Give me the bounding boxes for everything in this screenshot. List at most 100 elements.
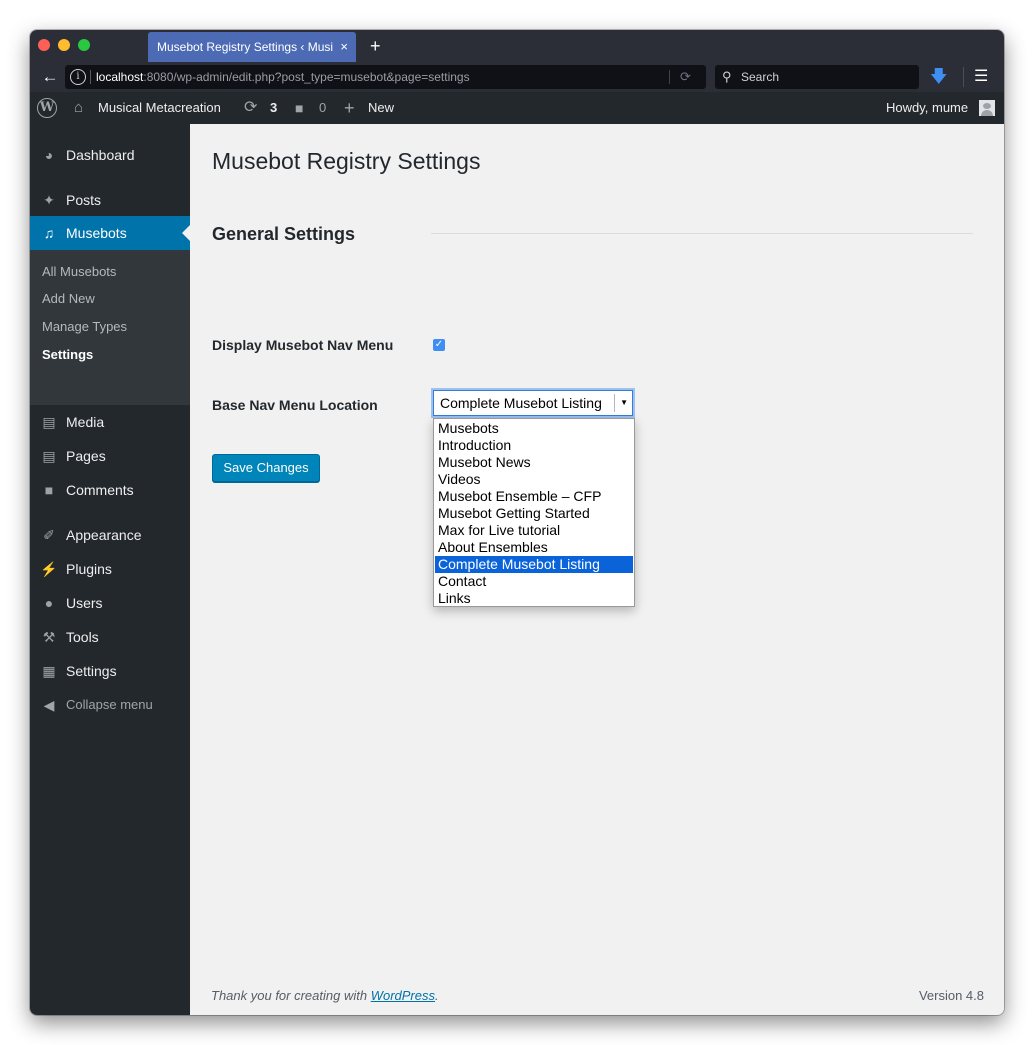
sidebar-item-media[interactable]: ▤ Media xyxy=(30,405,190,439)
download-arrow-icon[interactable]: 🡇 xyxy=(930,67,947,87)
select-dropdown-list: Musebots Introduction Musebot News Video… xyxy=(433,418,635,607)
browser-tab-bar: Musebot Registry Settings ‹ Musi × + xyxy=(30,30,1004,62)
nav-menu-label: Display Musebot Nav Menu xyxy=(212,337,394,353)
musebots-submenu: All Musebots Add New Manage Types Settin… xyxy=(30,250,190,405)
sidebar-item-tools[interactable]: ⚒ Tools xyxy=(30,620,190,654)
select-option[interactable]: Musebot Getting Started xyxy=(435,505,633,522)
toolbar-divider xyxy=(963,67,964,87)
plus-icon[interactable]: + xyxy=(344,92,355,124)
select-divider xyxy=(614,394,615,412)
nav-menu-checkbox[interactable]: ✓ xyxy=(433,339,445,351)
address-bar[interactable]: i localhost:8080/wp-admin/edit.php?post_… xyxy=(65,65,706,89)
minimize-window-button[interactable] xyxy=(58,39,70,51)
sidebar-item-dashboard[interactable]: ◕ Dashboard xyxy=(30,138,190,172)
dashboard-icon: ◕ xyxy=(44,147,54,163)
select-option[interactable]: Introduction xyxy=(435,437,633,454)
submenu-item-manage-types[interactable]: Manage Types xyxy=(42,319,127,334)
url-path: :8080/wp-admin/edit.php?post_type=musebo… xyxy=(143,70,470,84)
sidebar-item-appearance[interactable]: ✐ Appearance xyxy=(30,518,190,552)
select-option[interactable]: About Ensembles xyxy=(435,539,633,556)
sidebar-item-posts[interactable]: ✦ Posts xyxy=(30,183,190,217)
sidebar-item-plugins[interactable]: ⚡ Plugins xyxy=(30,552,190,586)
select-option-selected[interactable]: Complete Musebot Listing xyxy=(435,556,633,573)
base-location-select[interactable]: Complete Musebot Listing ▼ xyxy=(433,390,633,416)
sidebar-item-comments[interactable]: ■ Comments xyxy=(30,473,190,507)
sidebar-item-label: Tools xyxy=(66,629,99,645)
reload-icon[interactable]: ⟳ xyxy=(680,65,691,89)
select-option[interactable]: Videos xyxy=(435,471,633,488)
select-value: Complete Musebot Listing xyxy=(440,395,602,411)
section-title: General Settings xyxy=(212,224,356,244)
admin-sidebar: ◕ Dashboard ✦ Posts ♫ Musebots All Museb… xyxy=(30,124,190,1015)
new-tab-button[interactable]: + xyxy=(370,31,381,61)
browser-tab-active[interactable]: Musebot Registry Settings ‹ Musi × xyxy=(148,32,356,62)
site-name-link[interactable]: Musical Metacreation xyxy=(98,92,221,124)
page-title: Musebot Registry Settings xyxy=(212,148,481,174)
sidebar-item-label: Posts xyxy=(66,192,102,208)
version-text: Version 4.8 xyxy=(918,988,984,1003)
user-icon: ● xyxy=(44,595,54,611)
sidebar-item-label: Appearance xyxy=(66,527,142,543)
collapse-menu-button[interactable]: ◀ Collapse menu xyxy=(30,688,190,722)
back-arrow-icon[interactable]: ← xyxy=(38,65,62,89)
updates-icon[interactable]: ⟳ xyxy=(244,92,257,124)
sidebar-item-label: Plugins xyxy=(66,561,112,577)
tab-title: Musebot Registry Settings ‹ Musi xyxy=(157,40,333,54)
home-icon[interactable]: ⌂ xyxy=(74,92,83,124)
hamburger-menu-icon[interactable]: ☰ xyxy=(974,67,988,87)
info-icon[interactable]: i xyxy=(70,69,86,85)
submenu-item-all-musebots[interactable]: All Musebots xyxy=(42,264,116,279)
collapse-arrow-icon: ◀ xyxy=(43,697,55,713)
url-host: localhost xyxy=(96,70,144,84)
brush-icon: ✐ xyxy=(43,527,55,543)
browser-search-box[interactable]: ⚲ Search xyxy=(715,65,919,89)
search-icon: ⚲ xyxy=(722,69,732,84)
footer-thanks: Thank you for creating with WordPress. xyxy=(211,988,439,1003)
sidebar-item-label: Dashboard xyxy=(66,147,135,163)
browser-window: Musebot Registry Settings ‹ Musi × + ← i… xyxy=(30,30,1004,1015)
updates-count[interactable]: 3 xyxy=(270,92,277,124)
sidebar-item-settings[interactable]: ▦ Settings xyxy=(30,654,190,688)
avatar[interactable] xyxy=(979,100,995,116)
settings-sliders-icon: ▦ xyxy=(42,663,56,679)
section-divider xyxy=(431,233,973,234)
search-placeholder: Search xyxy=(741,70,780,84)
comments-bubble-icon[interactable]: ■ xyxy=(295,92,303,124)
wordpress-link[interactable]: WordPress xyxy=(371,988,435,1003)
address-divider xyxy=(90,70,91,84)
select-option[interactable]: Max for Live tutorial xyxy=(435,522,633,539)
howdy-user[interactable]: Howdy, mume xyxy=(886,92,968,124)
save-changes-button[interactable]: Save Changes xyxy=(212,454,320,482)
url-text[interactable]: localhost:8080/wp-admin/edit.php?post_ty… xyxy=(96,65,470,89)
reload-divider xyxy=(669,70,670,84)
main-content: Musebot Registry Settings General Settin… xyxy=(190,124,1004,1015)
sidebar-item-label: Pages xyxy=(66,448,106,464)
submenu-item-settings[interactable]: Settings xyxy=(42,347,93,362)
collapse-menu-label: Collapse menu xyxy=(66,697,153,712)
pin-icon: ✦ xyxy=(43,192,55,208)
comments-count[interactable]: 0 xyxy=(319,92,326,124)
new-content-link[interactable]: New xyxy=(368,92,394,124)
select-option[interactable]: Musebots xyxy=(435,420,633,437)
select-option[interactable]: Contact xyxy=(435,573,633,590)
sidebar-item-musebots[interactable]: ♫ Musebots xyxy=(30,216,190,250)
sidebar-item-label: Settings xyxy=(66,663,117,679)
sidebar-item-pages[interactable]: ▤ Pages xyxy=(30,439,190,473)
select-option[interactable]: Links xyxy=(435,590,633,607)
zoom-window-button[interactable] xyxy=(78,39,90,51)
tab-close-icon[interactable]: × xyxy=(340,32,348,62)
media-icon: ▤ xyxy=(42,414,56,430)
wp-admin-bar: W ⌂ Musical Metacreation ⟳ 3 ■ 0 + New H… xyxy=(30,92,1004,124)
comment-icon: ■ xyxy=(44,482,54,498)
submenu-item-add-new[interactable]: Add New xyxy=(42,291,95,306)
select-option[interactable]: Musebot News xyxy=(435,454,633,471)
wrench-icon: ⚒ xyxy=(42,629,56,645)
browser-nav-bar: ← i localhost:8080/wp-admin/edit.php?pos… xyxy=(30,62,1004,92)
sidebar-item-label: Musebots xyxy=(66,225,127,241)
close-window-button[interactable] xyxy=(38,39,50,51)
base-location-label: Base Nav Menu Location xyxy=(212,397,378,413)
select-option[interactable]: Musebot Ensemble – CFP xyxy=(435,488,633,505)
sidebar-item-label: Comments xyxy=(66,482,134,498)
sidebar-item-users[interactable]: ● Users xyxy=(30,586,190,620)
wordpress-logo-icon[interactable]: W xyxy=(37,98,57,118)
